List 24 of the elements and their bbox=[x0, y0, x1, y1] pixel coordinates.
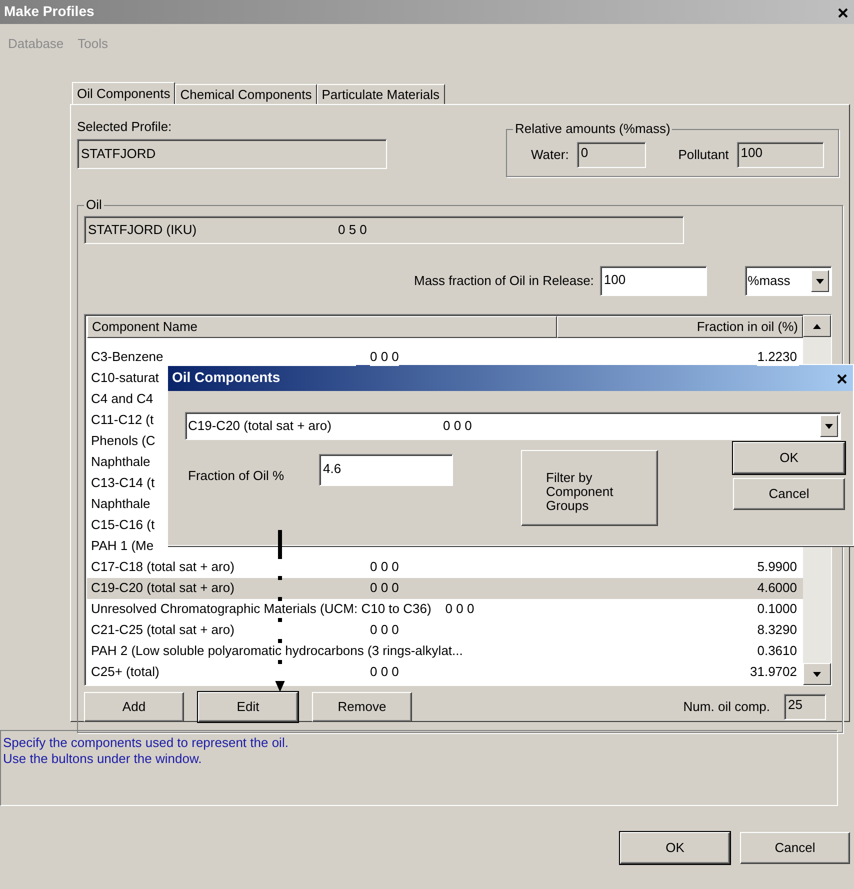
row-name: C11-C12 (t bbox=[91, 412, 154, 429]
row-name: PAH 2 (Low soluble polyaromatic hydrocarbons (3 rings-alkylat... bbox=[91, 643, 463, 660]
row-name: C13-C14 (t bbox=[91, 475, 155, 492]
help-text: Specify the components used to represent the oil. bbox=[3, 735, 290, 752]
dialog-title: Oil Components bbox=[172, 369, 280, 387]
row-name: C3-Benzene bbox=[91, 349, 356, 366]
field-label: Num. oil comp. bbox=[683, 698, 770, 716]
count-field: 25 bbox=[784, 694, 826, 720]
field-label: Water: bbox=[531, 146, 569, 164]
row-name: Phenols (C bbox=[91, 433, 156, 450]
field-label: Fraction of Oil % bbox=[188, 468, 286, 485]
help-text: Use the bultons under the window. bbox=[3, 751, 203, 768]
group-title: Relative amounts (%mass) bbox=[513, 121, 672, 138]
field-label: Selected Profile: bbox=[77, 119, 173, 136]
field-label: Pollutant bbox=[678, 146, 729, 164]
row-name: Unresolved Chromatographic Materials (UCM: C10 to C36) bbox=[91, 601, 432, 618]
row-name: C15-C16 (t bbox=[91, 517, 155, 534]
row-name: PAH 1 (Me bbox=[91, 538, 154, 555]
row-code: 0 0 0 bbox=[370, 349, 399, 366]
row-name: Naphthale bbox=[91, 496, 150, 513]
row-value: 1.2230 bbox=[757, 349, 799, 366]
field-label: Mass fraction of Oil in Release: bbox=[414, 272, 594, 290]
row-name: Naphthale bbox=[91, 454, 150, 471]
window-title: Make Profiles bbox=[4, 3, 94, 21]
